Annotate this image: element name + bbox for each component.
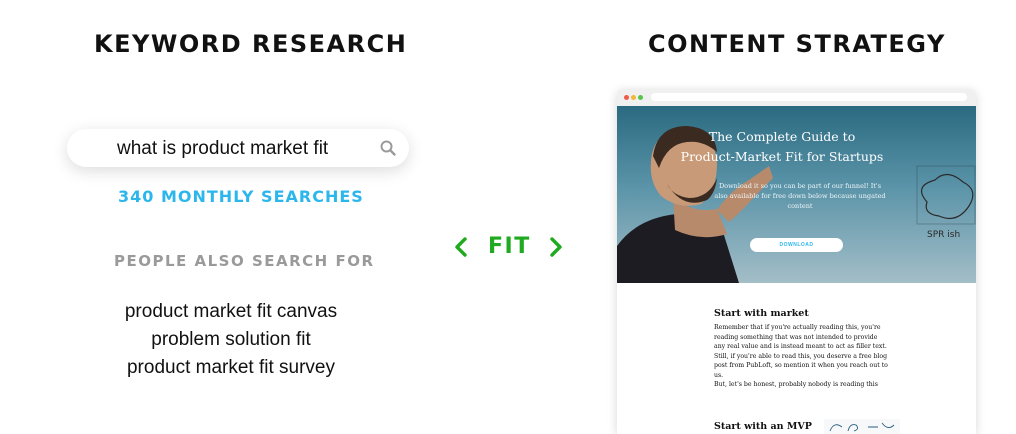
search-box[interactable]: what is product market fit xyxy=(67,129,409,167)
sketch-thumbnail xyxy=(824,419,900,434)
close-dot-icon xyxy=(624,95,629,100)
fit-connector: FIT xyxy=(450,232,570,264)
chevron-right-icon xyxy=(550,237,562,257)
minimize-dot-icon xyxy=(631,95,636,100)
hero-title: The Complete Guide to Product-Market Fit… xyxy=(672,127,892,167)
hero-title-line: The Complete Guide to xyxy=(708,129,856,144)
browser-mockup: The Complete Guide to Product-Market Fit… xyxy=(617,89,976,434)
search-icon[interactable] xyxy=(379,139,397,157)
hero-subtitle: Download it so you can be part of our fu… xyxy=(714,182,886,210)
related-search-item[interactable]: product market fit canvas xyxy=(95,298,367,326)
people-also-search-heading: PEOPLE ALSO SEARCH FOR xyxy=(114,252,375,270)
hero-banner: The Complete Guide to Product-Market Fit… xyxy=(617,106,976,283)
section-title: Start with an MVP xyxy=(714,421,812,432)
address-bar[interactable] xyxy=(651,93,967,101)
related-search-item[interactable]: problem solution fit xyxy=(95,326,367,354)
fit-label: FIT xyxy=(488,234,531,259)
content-strategy-heading: CONTENT STRATEGY xyxy=(648,30,946,58)
article-section-1: Start with market Remember that if you'r… xyxy=(714,308,914,390)
related-searches-list: product market fit canvas problem soluti… xyxy=(95,298,367,382)
browser-toolbar xyxy=(617,89,976,106)
keyword-research-heading: KEYWORD RESEARCH xyxy=(94,30,408,58)
section-body: Remember that if you're actually reading… xyxy=(714,324,888,379)
download-button[interactable]: DOWNLOAD xyxy=(750,238,843,252)
monthly-searches: 340 MONTHLY SEARCHES xyxy=(118,187,364,206)
maximize-dot-icon xyxy=(638,95,643,100)
whiteboard-text: SPR ish xyxy=(927,230,961,240)
section-title: Start with market xyxy=(714,308,809,319)
search-query[interactable]: what is product market fit xyxy=(117,138,328,160)
section-body: But, let's be honest, probably nobody is… xyxy=(714,381,878,388)
chevron-left-icon xyxy=(455,237,467,257)
related-search-item[interactable]: product market fit survey xyxy=(95,354,367,382)
hero-title-line: Product-Market Fit for Startups xyxy=(680,149,884,164)
